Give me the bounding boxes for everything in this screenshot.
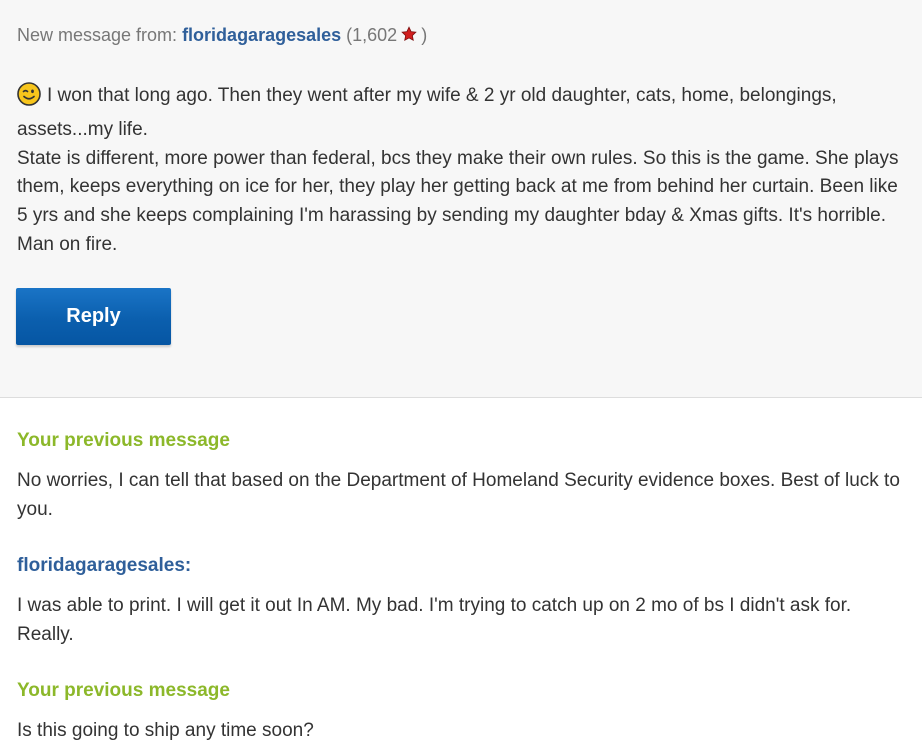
thread-text: I was able to print. I will get it out I… bbox=[17, 595, 852, 645]
thread-message: floridagaragesales: I was able to print.… bbox=[17, 549, 912, 649]
thread-message: Your previous message Is this going to s… bbox=[17, 674, 912, 745]
message-body: I won that long ago. Then they went afte… bbox=[17, 82, 907, 260]
new-message-panel: New message from: floridagaragesales (1,… bbox=[0, 0, 922, 398]
thread-author: Your previous message bbox=[17, 680, 230, 701]
header-prefix: New message from: bbox=[17, 25, 183, 45]
feedback-rating[interactable]: (1,602) bbox=[346, 25, 427, 45]
rating-score: (1,602 bbox=[346, 25, 398, 45]
rating-close: ) bbox=[421, 25, 428, 45]
thread-author: Your previous message bbox=[17, 430, 230, 451]
message-text-1: I won that long ago. Then they went afte… bbox=[17, 85, 837, 140]
winking-face-icon bbox=[17, 82, 41, 116]
message-paragraph-1: I won that long ago. Then they went afte… bbox=[17, 82, 907, 145]
thread-author: floridagaragesales: bbox=[17, 555, 192, 576]
sender-link[interactable]: floridagaragesales bbox=[182, 25, 341, 45]
thread-text: Is this going to ship any time soon? bbox=[17, 720, 314, 741]
reply-button[interactable]: Reply bbox=[16, 288, 171, 345]
message-paragraph-2: State is different, more power than fede… bbox=[17, 147, 899, 255]
thread-text: No worries, I can tell that based on the… bbox=[17, 470, 900, 520]
thread-message: Your previous message No worries, I can … bbox=[17, 424, 912, 524]
red-star-icon bbox=[401, 26, 417, 47]
message-header: New message from: floridagaragesales (1,… bbox=[17, 25, 427, 46]
